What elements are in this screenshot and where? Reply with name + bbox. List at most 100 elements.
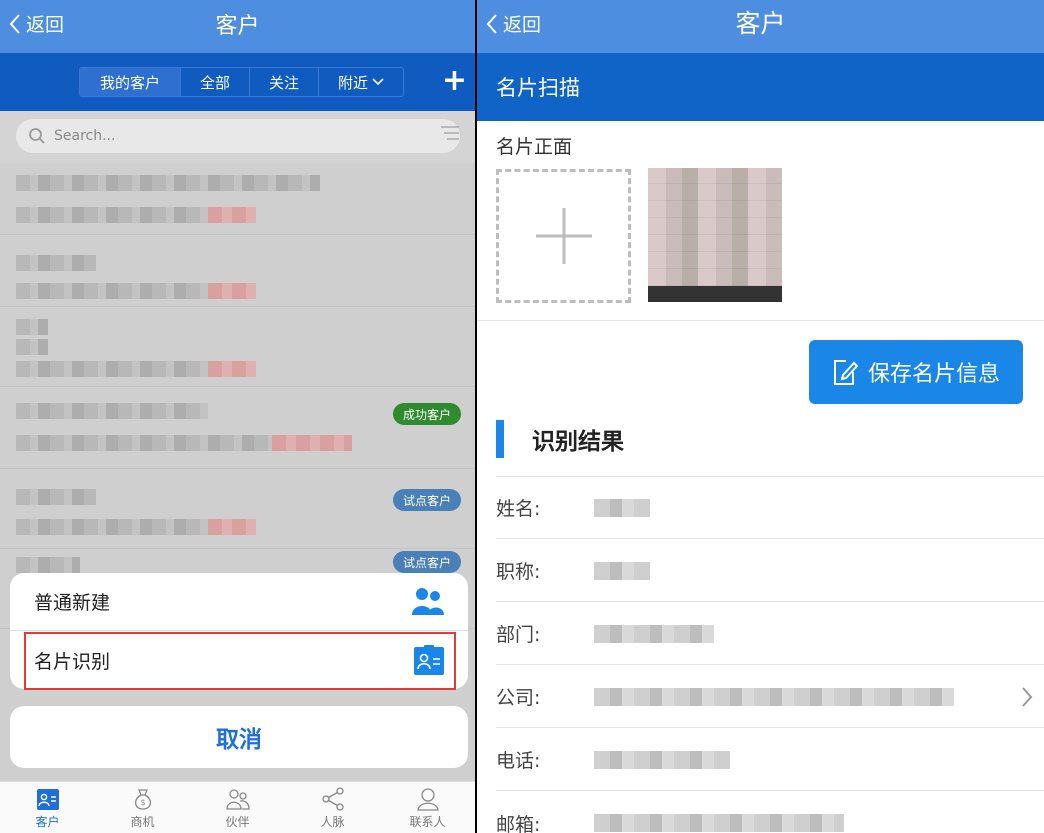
plus-icon[interactable]: +	[442, 63, 467, 98]
money-bag-icon: $	[134, 789, 151, 810]
field-label: 姓名:	[496, 498, 541, 520]
section-header: 名片扫描	[477, 53, 1044, 121]
tab-customers[interactable]: 客户	[0, 782, 95, 833]
list-item[interactable]	[0, 307, 475, 387]
field-email[interactable]: 邮箱:	[496, 792, 1044, 833]
tab-label: 商机	[130, 815, 155, 829]
left-screen: 返回 客户 我的客户 全部 关注 附近 + Search... 成功客户 试点客…	[0, 0, 475, 833]
field-label: 公司:	[496, 687, 541, 709]
blurred-text	[16, 175, 320, 191]
segment-control: 我的客户 全部 关注 附近	[79, 67, 404, 97]
list-item[interactable]	[0, 163, 475, 235]
option-label: 普通新建	[34, 592, 111, 614]
share-network-icon	[321, 787, 344, 811]
field-value-blurred	[594, 750, 730, 769]
blurred-text	[16, 207, 208, 223]
result-title: 识别结果	[532, 429, 624, 455]
search-area: Search...	[0, 111, 475, 163]
tab-contacts[interactable]: 联系人	[380, 782, 475, 833]
tab-label: 人脉	[320, 815, 345, 829]
top-nav-bar: 返回 客户	[0, 0, 475, 53]
blurred-text	[16, 339, 48, 355]
list-item[interactable]: 成功客户	[0, 387, 475, 469]
blurred-text	[16, 403, 208, 419]
field-name[interactable]: 姓名:	[496, 477, 1044, 539]
card-scan-option[interactable]: 名片识别	[10, 631, 468, 689]
search-icon	[29, 128, 45, 144]
blurred-text	[16, 489, 96, 505]
tab-partners[interactable]: 伙伴	[190, 782, 285, 833]
people-icon	[412, 587, 444, 615]
field-company[interactable]: 公司:	[496, 666, 1044, 728]
field-title[interactable]: 职称:	[496, 540, 1044, 602]
section-accent-bar	[496, 420, 504, 458]
person-icon	[416, 788, 439, 811]
blurred-text	[16, 557, 80, 573]
field-label: 电话:	[496, 750, 541, 772]
list-item[interactable]	[0, 235, 475, 307]
result-section-title: 识别结果	[496, 420, 624, 458]
svg-text:$: $	[140, 798, 145, 807]
segment-nearby[interactable]: 附近	[319, 68, 403, 96]
field-value-blurred	[594, 814, 844, 832]
blurred-text	[208, 283, 256, 299]
tab-label: 伙伴	[225, 815, 250, 829]
tab-opportunities[interactable]: $ 商机	[95, 782, 190, 833]
segment-nearby-label: 附近	[337, 73, 368, 92]
business-card-icon	[414, 645, 444, 675]
tab-label: 客户	[35, 815, 60, 829]
customer-list: 成功客户 试点客户 试点客户	[0, 163, 475, 783]
status-badge: 试点客户	[392, 489, 461, 511]
blurred-text	[208, 519, 256, 535]
search-input[interactable]: Search...	[16, 119, 460, 153]
top-nav-bar: 返回 客户	[477, 0, 1044, 53]
card-front-label: 名片正面	[496, 136, 573, 158]
chevron-right-icon	[1022, 687, 1033, 707]
segment-all[interactable]: 全部	[181, 68, 250, 96]
segment-my-customers[interactable]: 我的客户	[80, 68, 181, 96]
field-label: 职称:	[496, 561, 541, 583]
blurred-text	[16, 519, 208, 535]
normal-create-option[interactable]: 普通新建	[10, 573, 468, 631]
field-value-blurred	[594, 687, 954, 706]
save-card-button[interactable]: 保存名片信息	[809, 340, 1023, 404]
field-value-blurred	[594, 624, 714, 643]
status-badge: 试点客户	[392, 551, 461, 573]
field-label: 部门:	[496, 624, 541, 646]
field-phone[interactable]: 电话:	[496, 729, 1044, 791]
bottom-tab-bar: 客户 $ 商机 伙伴 人脉 联系人	[0, 781, 475, 833]
page-title: 客户	[215, 14, 260, 39]
menu-icon[interactable]	[439, 122, 461, 144]
card-photo-thumbnail[interactable]	[648, 168, 782, 302]
edit-icon	[833, 360, 858, 385]
divider	[477, 320, 1044, 321]
field-label: 邮箱:	[496, 813, 541, 833]
blurred-text	[208, 207, 256, 223]
chevron-down-icon	[372, 78, 384, 86]
right-screen: 返回 客户 名片扫描 名片正面 保存名片信息 识别结果 姓名: 职称: 部门: …	[477, 0, 1044, 833]
search-placeholder: Search...	[54, 128, 116, 144]
action-sheet: 普通新建 名片识别	[10, 573, 468, 689]
blurred-text	[16, 283, 208, 299]
page-title: 客户	[735, 9, 786, 38]
contact-card-icon	[36, 789, 59, 810]
field-value-blurred	[594, 561, 650, 580]
blurred-text	[16, 255, 96, 271]
blurred-text	[16, 361, 208, 377]
blurred-text	[16, 435, 272, 451]
blurred-text	[272, 435, 352, 451]
segment-follow[interactable]: 关注	[250, 68, 319, 96]
field-value-blurred	[594, 498, 650, 517]
field-department[interactable]: 部门:	[496, 603, 1044, 665]
list-item[interactable]: 试点客户	[0, 469, 475, 549]
tab-label: 联系人	[409, 815, 446, 829]
tab-connections[interactable]: 人脉	[285, 782, 380, 833]
blurred-text	[208, 361, 256, 377]
option-label: 名片识别	[34, 650, 111, 673]
status-badge: 成功客户	[392, 403, 461, 425]
cancel-button[interactable]: 取消	[10, 706, 468, 768]
save-card-label: 保存名片信息	[867, 362, 1000, 387]
add-photo-button[interactable]	[496, 169, 631, 303]
blurred-text	[16, 319, 48, 335]
partners-icon	[225, 789, 250, 810]
